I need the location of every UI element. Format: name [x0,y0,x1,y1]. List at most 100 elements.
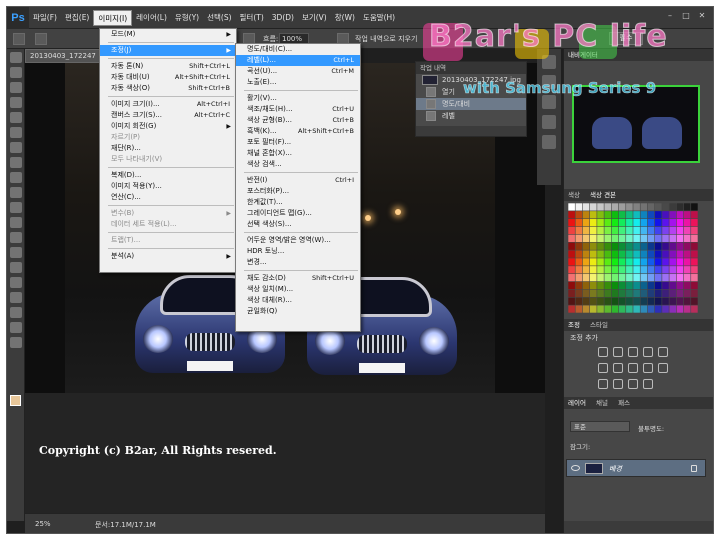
tool-icon[interactable] [10,127,22,138]
menu-item[interactable]: 균일화(Q) [236,306,360,317]
menu-item[interactable]: 연산(C)... [100,192,236,203]
menu-item[interactable]: 변수(B) ▶ [100,208,236,219]
menu-3[interactable]: 레이어(L) [132,10,171,26]
adjustment-icon[interactable] [628,363,638,373]
menu-item[interactable]: 이미지 크기(I)... Alt+Ctrl+I [100,99,236,110]
brush-size-icon[interactable] [35,33,47,45]
menu-7[interactable]: 3D(D) [268,10,298,26]
tool-icon[interactable] [10,52,22,63]
close-button[interactable]: ✕ [697,11,707,21]
adjustment-icon[interactable] [628,379,638,389]
tool-icon[interactable] [10,97,22,108]
adjustment-icon[interactable] [628,347,638,357]
navigator-preview[interactable] [572,85,700,163]
menu-item[interactable]: 이미지 적용(Y)... [100,181,236,192]
adjustment-icon[interactable] [598,379,608,389]
menu-item[interactable]: 자르기(P) [100,132,236,143]
tool-icon[interactable] [10,217,22,228]
menu-item[interactable]: 색상 균형(B)... Ctrl+B [236,115,360,126]
history-tab[interactable]: 작업 내역 [416,62,526,74]
menu-4[interactable]: 유형(Y) [171,10,203,26]
adjustment-icon[interactable] [613,347,623,357]
adjustment-icon[interactable] [643,363,653,373]
menu-item[interactable]: 어두운 영역/밝은 영역(W)... [236,235,360,246]
menu-item[interactable]: 채널 혼합(X)... [236,148,360,159]
menu-item[interactable]: 활기(V)... [236,93,360,104]
tool-icon[interactable] [10,337,22,348]
eye-icon[interactable] [571,465,580,471]
menu-item[interactable]: 반전(I) Ctrl+I [236,175,360,186]
menu-item[interactable]: 그레이디언트 맵(G)... [236,208,360,219]
tool-icon[interactable] [10,67,22,78]
tool-icon[interactable] [10,307,22,318]
history-row[interactable]: 20130403_172247.jpg [416,74,526,86]
menu-item[interactable]: 모두 나타내기(V) [100,154,236,165]
tab-color[interactable]: 색상 [568,191,580,199]
menu-item[interactable]: 색조/채도(H)... Ctrl+U [236,104,360,115]
clone-dock-icon[interactable] [542,115,556,129]
tool-icon[interactable] [10,232,22,243]
menu-10[interactable]: 도움말(H) [359,10,399,26]
layer-row-background[interactable]: 배경 [566,459,706,477]
menu-item[interactable]: 조정(J) ▶ [100,45,236,56]
tool-icon[interactable] [10,82,22,93]
tab-channels[interactable]: 채널 [596,399,608,407]
tab-styles[interactable]: 스타일 [590,321,608,329]
menu-item[interactable]: 이미지 회전(G) ▶ [100,121,236,132]
menu-2[interactable]: 이미지(I) [93,9,133,26]
tab-layers[interactable]: 레이어 [568,399,586,407]
minimize-button[interactable]: – [665,11,675,21]
swatch-grid[interactable] [568,203,698,313]
menu-item[interactable]: 선택 색상(S)... [236,219,360,230]
actions-dock-icon[interactable] [542,75,556,89]
character-dock-icon[interactable] [542,135,556,149]
tool-icon[interactable] [10,277,22,288]
brush-preset-icon[interactable] [13,33,25,45]
menu-item[interactable]: HDR 토닝... [236,246,360,257]
menu-item[interactable]: 곡선(U)... Ctrl+M [236,66,360,77]
menu-8[interactable]: 보기(V) [298,10,331,26]
adjustment-icon[interactable] [613,363,623,373]
tab-navigator[interactable]: 내비게이터 [568,51,598,59]
history-row[interactable]: 명도/대비 [416,98,526,110]
menu-item[interactable]: 변경... [236,257,360,268]
workspace-button[interactable]: 필수 [609,32,643,45]
foreground-color-swatch[interactable] [10,395,21,406]
history-row[interactable]: 레벨 [416,110,526,122]
tab-paths[interactable]: 패스 [618,399,630,407]
adjustment-icon[interactable] [643,347,653,357]
adjustment-icon[interactable] [658,347,668,357]
adjustment-icon[interactable] [598,347,608,357]
tab-swatches[interactable]: 색상 견본 [590,191,616,199]
tool-icon[interactable] [10,172,22,183]
status-zoom[interactable]: 25% [35,520,51,528]
menu-item[interactable]: 포토 필터(F)... [236,137,360,148]
menu-item[interactable]: 분석(A) ▶ [100,251,236,262]
history-dock-icon[interactable] [542,55,556,69]
tool-icon[interactable] [10,292,22,303]
adjustment-icon[interactable] [613,379,623,389]
menu-item[interactable]: 트랩(T)... [100,235,236,246]
menu-item[interactable]: 노출(E)... [236,77,360,88]
menu-item[interactable]: 색상 대체(R)... [236,295,360,306]
menu-0[interactable]: 파일(F) [29,10,61,26]
tool-icon[interactable] [10,142,22,153]
menu-item[interactable]: 캔버스 크기(S)... Alt+Ctrl+C [100,110,236,121]
adjustment-icon[interactable] [658,363,668,373]
blend-mode-select[interactable]: 표준 [570,421,630,432]
tool-icon[interactable] [10,187,22,198]
menu-1[interactable]: 편집(E) [61,10,93,26]
brush-dock-icon[interactable] [542,95,556,109]
menu-item[interactable]: 재단(R)... [100,143,236,154]
tool-icon[interactable] [10,157,22,168]
tool-icon[interactable] [10,202,22,213]
menu-item[interactable]: 모드(M) ▶ [100,29,236,40]
menu-item[interactable]: 자동 대비(U) Alt+Shift+Ctrl+L [100,72,236,83]
tool-icon[interactable] [10,262,22,273]
menu-item[interactable]: 명도/대비(C)... [236,44,360,55]
menu-item[interactable]: 한계값(T)... [236,197,360,208]
adjustment-icon[interactable] [643,379,653,389]
tool-icon[interactable] [10,322,22,333]
menu-item[interactable]: 흑백(K)... Alt+Shift+Ctrl+B [236,126,360,137]
menu-item[interactable]: 자동 색상(O) Shift+Ctrl+B [100,83,236,94]
